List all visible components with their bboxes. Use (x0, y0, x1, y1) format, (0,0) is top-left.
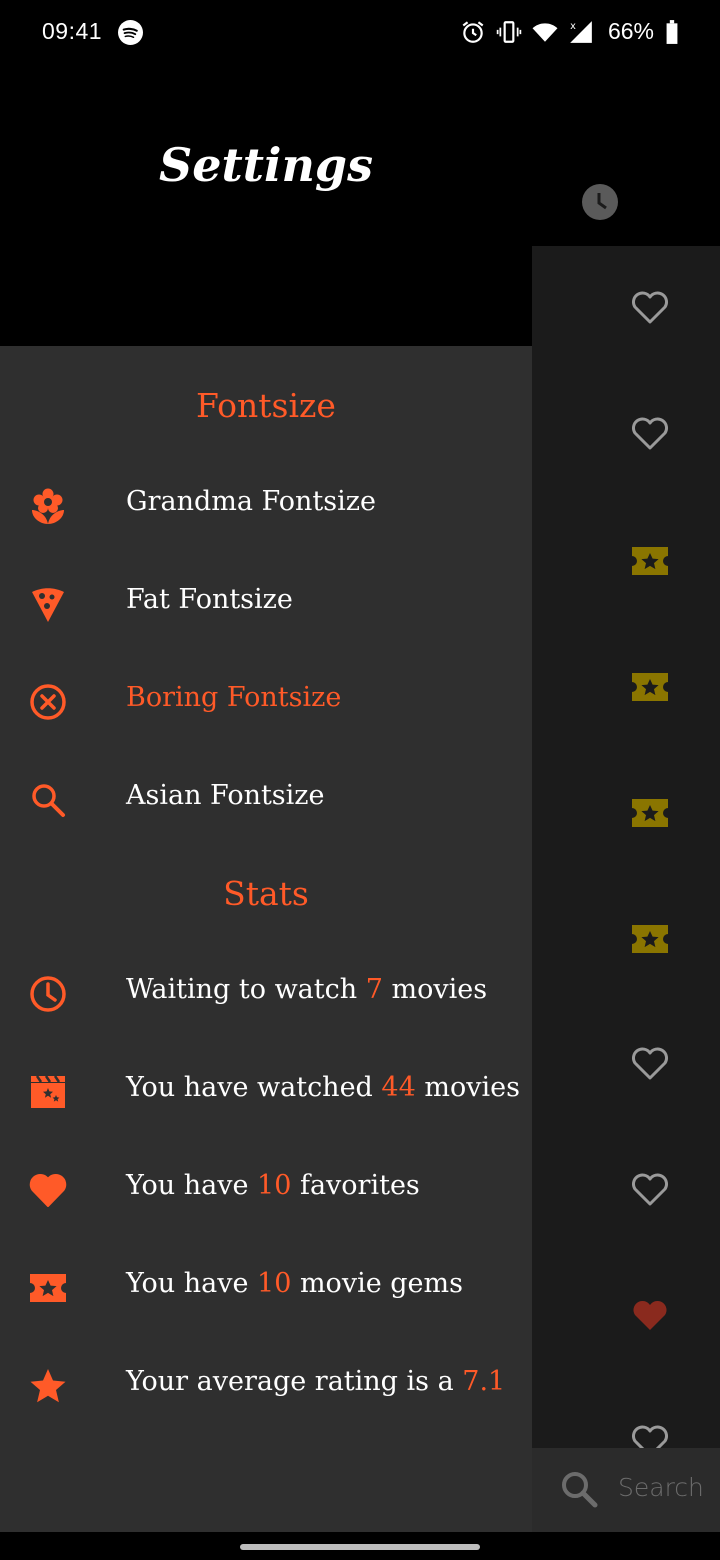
fontsize-option-fat[interactable]: Fat Fontsize (0, 562, 532, 642)
search-placeholder[interactable]: Search (618, 1473, 704, 1502)
heart-icon (29, 1174, 67, 1207)
stat-text: Waiting to watch 7 movies (126, 974, 488, 1005)
fontsize-option-label[interactable]: Grandma Fontsize (126, 486, 376, 517)
stats-heading: Stats (223, 874, 309, 913)
ticket-star-icon[interactable] (630, 669, 670, 705)
stat-watchlist: Waiting to watch 7 movies (0, 952, 532, 1032)
fontsize-heading: Fontsize (196, 386, 336, 425)
pizza-icon (32, 588, 64, 622)
ticket-star-icon[interactable] (630, 543, 670, 579)
signal-icon: x (570, 20, 592, 43)
fontsize-option-grandma[interactable]: Grandma Fontsize (0, 464, 532, 544)
wifi-icon (532, 22, 558, 42)
stat-rating: Your average rating is a 7.1 (0, 1344, 532, 1424)
stat-watched: You have watched 44 movies (0, 1050, 532, 1130)
search-icon (32, 784, 65, 817)
fontsize-option-boring[interactable]: Boring Fontsize (0, 660, 532, 740)
battery-icon (666, 19, 678, 44)
fontsize-option-label[interactable]: Boring Fontsize (126, 682, 341, 713)
clapperboard-icon (31, 1075, 65, 1108)
ticket-star-icon[interactable] (630, 921, 670, 957)
stat-text: Your average rating is a 7.1 (126, 1366, 506, 1397)
drawer-body: Fontsize Grandma Fontsize Fat Fontsize B… (0, 346, 532, 1532)
fontsize-option-asian[interactable]: Asian Fontsize (0, 758, 532, 838)
heart-outline-icon[interactable] (630, 1046, 670, 1082)
stat-value: 44 (381, 1072, 416, 1103)
search-icon[interactable] (558, 1468, 600, 1510)
heart-outline-icon[interactable] (630, 416, 670, 452)
stat-value: 7 (365, 974, 383, 1005)
drawer-title: Settings (159, 138, 373, 192)
stat-text: You have 10 favorites (126, 1170, 420, 1201)
clock-icon[interactable] (582, 184, 618, 220)
heart-outline-icon[interactable] (630, 1172, 670, 1208)
ticket-star-icon (30, 1274, 66, 1302)
home-gesture-handle[interactable] (240, 1544, 480, 1550)
clock-icon (30, 976, 66, 1012)
stat-gems: You have 10 movie gems (0, 1246, 532, 1326)
heart-outline-icon[interactable] (630, 290, 670, 326)
drawer-header: Settings (0, 66, 532, 346)
battery-percent: 66% (607, 18, 654, 44)
star-icon (30, 1369, 66, 1403)
svg-text:x: x (570, 20, 576, 31)
heart-filled-icon[interactable] (630, 1298, 670, 1334)
stat-value: 7.1 (462, 1366, 506, 1397)
settings-drawer: Settings Fontsize Grandma Fontsize Fat F… (0, 0, 532, 1532)
heart-outline-icon[interactable] (630, 1424, 670, 1448)
fontsize-option-label[interactable]: Fat Fontsize (126, 584, 293, 615)
search-bar[interactable]: Search (532, 1448, 720, 1532)
navigation-bar (0, 1532, 720, 1560)
stat-value: 10 (257, 1170, 292, 1201)
ticket-star-icon[interactable] (630, 795, 670, 831)
fontsize-option-label[interactable]: Asian Fontsize (126, 780, 325, 811)
stat-text: You have 10 movie gems (126, 1268, 463, 1299)
stat-favorites: You have 10 favorites (0, 1148, 532, 1228)
close-circle-icon (30, 684, 66, 720)
stat-text: You have watched 44 movies (126, 1072, 520, 1103)
flower-icon (32, 488, 64, 524)
stat-value: 10 (257, 1268, 292, 1299)
movie-list-background (532, 246, 720, 1448)
